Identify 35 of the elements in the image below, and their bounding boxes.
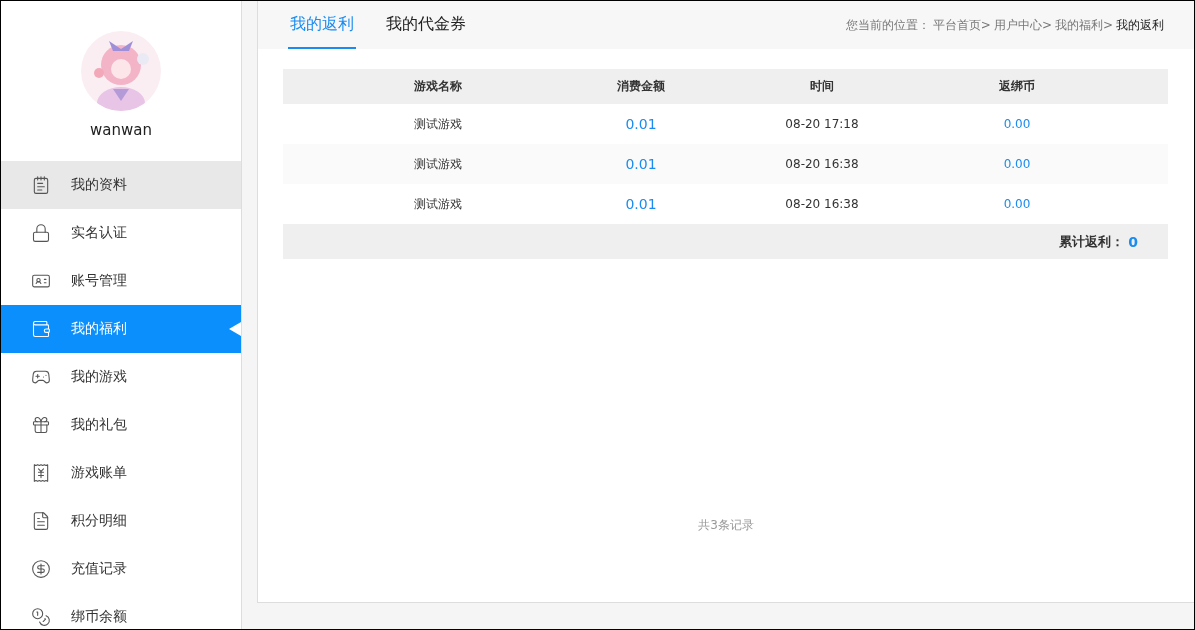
table-cell: 0.00: [1003, 157, 1031, 171]
lock-icon: [31, 223, 51, 243]
gift-icon: [31, 415, 51, 435]
record-count: 共3条记录: [698, 517, 754, 534]
sidebar-item[interactable]: 我的资料: [1, 161, 241, 209]
table-cell: 0.01: [625, 156, 657, 172]
clipboard-icon: [31, 175, 51, 195]
document-icon: [31, 511, 51, 531]
table-cell: 0.00: [1003, 197, 1031, 211]
breadcrumb-link[interactable]: 平台首页>: [932, 16, 991, 34]
table-cell: 测试游戏: [414, 195, 462, 213]
column-header: 返绑币: [999, 78, 1035, 95]
coins-icon: [31, 607, 51, 627]
table-cell: 0.00: [1003, 117, 1031, 131]
dollar-coin-icon: [31, 559, 51, 579]
table-cell: 测试游戏: [414, 115, 462, 133]
breadcrumb-link[interactable]: 用户中心>: [993, 16, 1052, 34]
table-cell: 08-20 16:38: [785, 197, 859, 211]
breadcrumb-link[interactable]: 我的福利>: [1054, 16, 1113, 34]
table-cell: 08-20 16:38: [785, 157, 859, 171]
column-header: 时间: [810, 78, 834, 95]
column-header: 游戏名称: [414, 78, 462, 95]
table-cell: 0.01: [625, 116, 657, 132]
column-header: 消费金额: [617, 78, 665, 95]
table-cell: 测试游戏: [414, 155, 462, 173]
total-value: 0: [1128, 233, 1138, 250]
total-label: 累计返利：: [1059, 232, 1125, 251]
tab[interactable]: 我的代金券: [384, 1, 468, 49]
wallet-icon: [31, 319, 51, 339]
username: wanwan: [90, 121, 152, 139]
table-cell: 08-20 17:18: [785, 117, 859, 131]
table-cell: 0.01: [625, 196, 657, 212]
breadcrumb-label: 您当前的位置：: [845, 16, 930, 34]
breadcrumb-link[interactable]: 我的返利: [1116, 16, 1164, 34]
yen-receipt-icon: [31, 463, 51, 483]
